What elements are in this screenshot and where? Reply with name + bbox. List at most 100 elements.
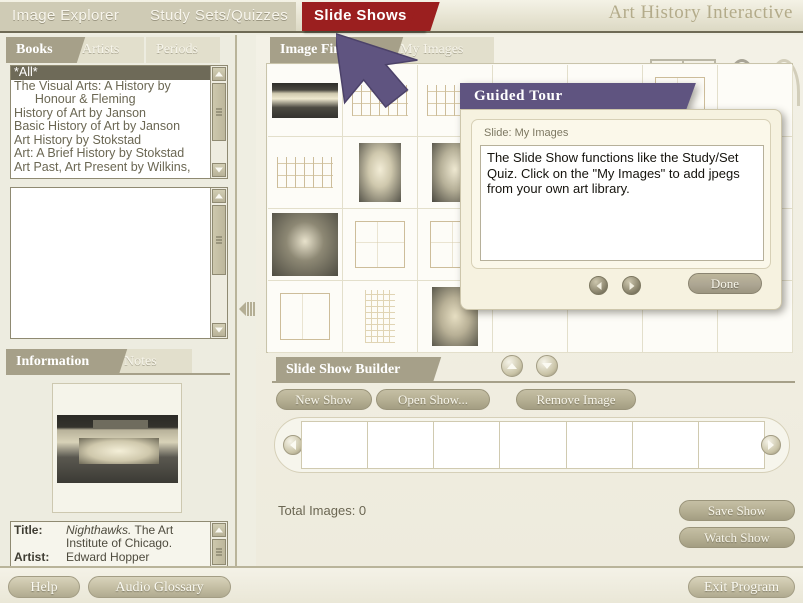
tab-image-finder[interactable]: Image Finder bbox=[270, 37, 404, 63]
grip-icon bbox=[216, 108, 222, 116]
guided-tour-prev-button[interactable] bbox=[589, 276, 608, 295]
artwork-thumbnail-image bbox=[347, 285, 413, 348]
list-item[interactable]: *All* bbox=[11, 66, 210, 80]
secondary-listbox[interactable] bbox=[10, 187, 228, 339]
filmstrip-slot[interactable] bbox=[368, 422, 435, 468]
list-item[interactable]: Art Past, Art Present by Wilkins, bbox=[11, 160, 210, 175]
filmstrip[interactable] bbox=[301, 421, 765, 469]
books-listbox[interactable]: *All* The Visual Arts: A History by Honou… bbox=[10, 65, 228, 179]
thumbnail-cell[interactable] bbox=[268, 281, 343, 353]
filmstrip-next-button[interactable] bbox=[761, 435, 781, 455]
filmstrip-slot[interactable] bbox=[567, 422, 633, 468]
list-item[interactable]: Basic History of Art by Janson bbox=[11, 119, 210, 134]
thumbnail-cell[interactable] bbox=[343, 65, 418, 137]
thumbnail-cell[interactable] bbox=[343, 137, 418, 209]
list-item[interactable]: History of Art by Janson bbox=[11, 106, 210, 121]
sidebar-tab-books[interactable]: Books bbox=[6, 37, 86, 63]
arrow-up-icon bbox=[215, 527, 223, 533]
list-item[interactable]: Art History by Stokstad bbox=[11, 133, 210, 148]
builder-body: New Show Open Show... Remove Image Total… bbox=[272, 381, 795, 563]
arrow-right-icon bbox=[768, 440, 774, 450]
scroll-up-button[interactable] bbox=[212, 523, 226, 537]
tab-information[interactable]: Information bbox=[6, 349, 128, 375]
scroll-up-button[interactable] bbox=[212, 189, 226, 203]
sidebar-tab-periods-label: Periods bbox=[156, 42, 198, 57]
scroll-down-button[interactable] bbox=[212, 163, 226, 177]
guided-tour-slide-label: Slide: My Images bbox=[484, 127, 569, 139]
save-show-button[interactable]: Save Show bbox=[679, 500, 795, 521]
scroll-down-button[interactable] bbox=[212, 323, 226, 337]
filmstrip-container bbox=[274, 417, 790, 473]
list-item[interactable]: The Visual Arts: A History by bbox=[11, 79, 210, 94]
guided-tour-next-button[interactable] bbox=[622, 276, 642, 295]
tab-skew-edge bbox=[178, 349, 206, 375]
tab-slide-show-builder[interactable]: Slide Show Builder bbox=[276, 357, 442, 383]
artwork-thumbnail-image bbox=[272, 213, 338, 276]
sidebar-tab-periods[interactable]: Periods bbox=[146, 37, 234, 63]
artwork-thumbnail-image bbox=[347, 69, 413, 132]
metadata-value: Edward Hopper bbox=[66, 551, 149, 564]
metadata-value-title: Nighthawks. bbox=[66, 523, 132, 537]
filmstrip-slot[interactable] bbox=[699, 422, 764, 468]
watch-show-button[interactable]: Watch Show bbox=[679, 527, 795, 548]
tab-image-finder-label: Image Finder bbox=[280, 42, 362, 57]
artwork-thumbnail-image bbox=[272, 141, 338, 204]
info-panel-tabs: Information Notes bbox=[0, 347, 237, 375]
handle-bar bbox=[247, 302, 249, 316]
guided-tour-done-button[interactable]: Done bbox=[688, 273, 762, 294]
filmstrip-slot[interactable] bbox=[500, 422, 567, 468]
image-finder-tabs: Image Finder My Images bbox=[264, 35, 803, 63]
tab-my-images[interactable]: My Images bbox=[390, 37, 508, 63]
secondary-list-items[interactable] bbox=[11, 188, 210, 338]
filmstrip-slot[interactable] bbox=[633, 422, 699, 468]
new-show-button[interactable]: New Show bbox=[276, 389, 372, 410]
left-panel: Books Artists Periods *All* The Visual Ar… bbox=[0, 35, 237, 598]
thumbnail-cell[interactable] bbox=[268, 65, 343, 137]
collapse-left-icon bbox=[239, 302, 246, 316]
books-list-scrollbar[interactable] bbox=[210, 66, 227, 178]
filmstrip-slot[interactable] bbox=[302, 422, 369, 468]
secondary-list-scrollbar[interactable] bbox=[210, 188, 227, 338]
left-panel-tabs: Books Artists Periods bbox=[0, 35, 237, 63]
audio-glossary-button[interactable]: Audio Glossary bbox=[88, 576, 231, 598]
artwork-thumbnail-image bbox=[359, 143, 401, 202]
scrollbar-thumb[interactable] bbox=[212, 205, 226, 275]
tab-study-sets-quizzes[interactable]: Study Sets/Quizzes bbox=[138, 2, 312, 31]
tab-study-sets-quizzes-label: Study Sets/Quizzes bbox=[150, 7, 289, 24]
arrow-up-icon bbox=[215, 193, 223, 199]
app-brand-title: Art History Interactive bbox=[608, 2, 793, 23]
thumbnail-cell[interactable] bbox=[343, 209, 418, 281]
tab-image-explorer-label: Image Explorer bbox=[12, 7, 120, 24]
guided-tour-nav bbox=[589, 276, 651, 295]
artwork-thumbnail-image bbox=[347, 213, 413, 276]
thumbnail-cell[interactable] bbox=[343, 281, 418, 353]
arrow-down-icon bbox=[215, 167, 223, 173]
tab-slide-show-builder-label: Slide Show Builder bbox=[286, 362, 401, 377]
thumbnail-cell[interactable] bbox=[268, 209, 343, 281]
titlebar-skew-edge bbox=[664, 83, 696, 110]
tab-slide-shows[interactable]: Slide Shows bbox=[302, 2, 440, 31]
scrollbar-thumb[interactable] bbox=[212, 539, 226, 565]
panel-collapse-handle[interactable] bbox=[239, 296, 255, 322]
list-item[interactable]: Honour & Fleming bbox=[11, 92, 210, 107]
tab-image-explorer[interactable]: Image Explorer bbox=[0, 2, 156, 31]
metadata-value-text: Edward Hopper bbox=[66, 550, 150, 564]
open-show-button[interactable]: Open Show... bbox=[376, 389, 490, 410]
filmstrip-slot[interactable] bbox=[434, 422, 501, 468]
artwork-thumbnail-image bbox=[272, 83, 338, 118]
sidebar-tab-books-label: Books bbox=[16, 42, 53, 57]
metadata-value: Nighthawks. The Art Institute of Chicago… bbox=[66, 524, 210, 550]
help-button[interactable]: Help bbox=[8, 576, 80, 598]
scrollbar-thumb[interactable] bbox=[212, 83, 226, 141]
sidebar-tab-artists-label: Artists bbox=[82, 42, 120, 57]
list-item[interactable]: Art: A Brief History by Stokstad bbox=[11, 146, 210, 161]
guided-tour-content-frame: Slide: My Images The Slide Show function… bbox=[471, 119, 771, 269]
scroll-up-button[interactable] bbox=[212, 67, 226, 81]
metadata-key: Title: bbox=[14, 523, 43, 537]
filmstrip-prev-button[interactable] bbox=[283, 435, 303, 455]
guided-tour-text: The Slide Show functions like the Study/… bbox=[480, 145, 764, 261]
thumbnail-cell[interactable] bbox=[268, 137, 343, 209]
books-list-items[interactable]: *All* The Visual Arts: A History by Honou… bbox=[11, 66, 210, 178]
exit-program-button[interactable]: Exit Program bbox=[688, 576, 795, 598]
remove-image-button[interactable]: Remove Image bbox=[516, 389, 636, 410]
